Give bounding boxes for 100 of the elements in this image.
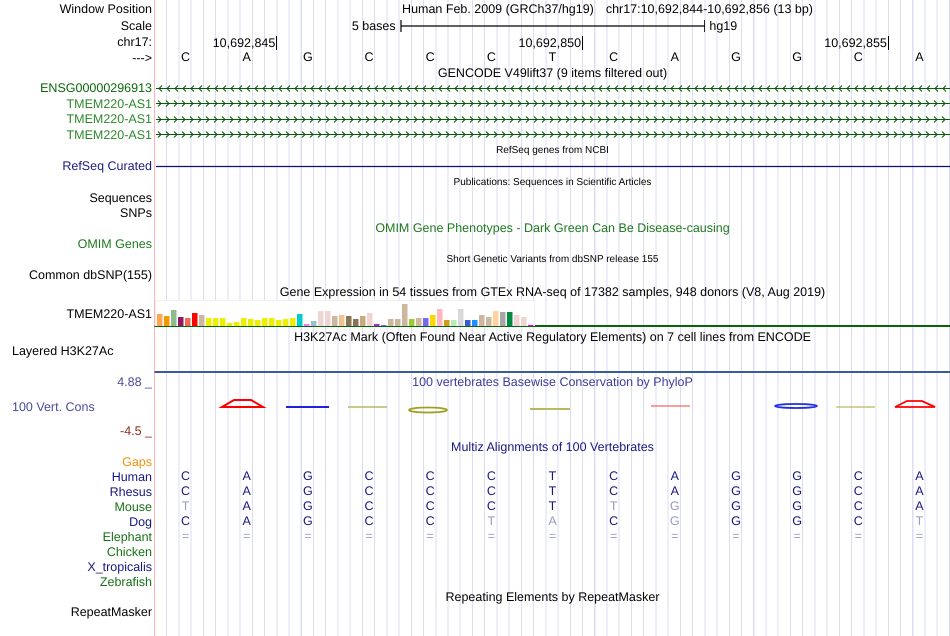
gene-label: ENSG00000296913	[40, 81, 152, 95]
reference-base: A	[670, 51, 679, 64]
alignment-base: A	[242, 485, 251, 498]
gene-strand-line[interactable]	[155, 130, 950, 139]
alignment-base: G	[303, 470, 313, 483]
track-label: 100 Vert. Cons	[12, 400, 95, 414]
reference-base: C	[426, 51, 435, 64]
track-label: RepeatMasker	[70, 605, 152, 619]
species-label: Elephant	[102, 530, 152, 544]
alignment-base: C	[426, 500, 435, 513]
alignment-base: =	[304, 530, 312, 543]
alignment-base: G	[731, 500, 741, 513]
alignment-base: =	[854, 530, 862, 543]
track-title: Publications: Sequences in Scientific Articles	[454, 177, 652, 188]
alignment-base: G	[731, 470, 741, 483]
alignment-base: A	[548, 515, 557, 528]
track-label: Layered H3K27Ac	[12, 344, 114, 358]
assembly-text: hg19	[709, 18, 738, 32]
alignment-base: A	[242, 500, 251, 513]
alignment-base: T	[488, 515, 496, 528]
alignment-base: C	[854, 515, 863, 528]
alignment-base: =	[182, 530, 190, 543]
reference-base: T	[548, 51, 556, 64]
track-title: Multiz Alignments of 100 Vertebrates	[451, 440, 654, 454]
reference-base: C	[854, 51, 863, 64]
alignment-base: T	[916, 515, 924, 528]
alignment-base: G	[303, 485, 313, 498]
gene-strand-line[interactable]	[155, 114, 950, 124]
gene-label: TMEM220-AS1	[66, 112, 152, 126]
track-title: 100 vertebrates Basewise Conservation by PhyloP	[412, 375, 693, 389]
species-label: Human	[112, 470, 152, 484]
track-label: Sequences	[89, 191, 152, 205]
alignment-base: A	[242, 515, 251, 528]
ruler-tick: 10,692,850	[518, 36, 584, 50]
alignment-base: G	[303, 515, 313, 528]
reference-base: C	[181, 51, 190, 64]
ruler-tick: 10,692,855	[824, 36, 889, 50]
species-label: Dog	[129, 514, 152, 528]
alignment-base: G	[792, 515, 802, 528]
alignment-base: =	[916, 530, 924, 543]
scale-text: 5 bases	[352, 18, 396, 32]
alignment-base: G	[731, 485, 741, 498]
assembly-title: Human Feb. 2009 (GRCh37/hg19)	[402, 2, 594, 16]
track-title: OMIM Gene Phenotypes - Dark Green Can Be Disease-causing	[375, 221, 730, 235]
gene-strand-line[interactable]	[155, 84, 950, 92]
alignment-base: =	[488, 530, 495, 543]
alignment-base: C	[181, 515, 190, 528]
alignment-base: =	[610, 530, 618, 543]
track-title: Short Genetic Variants from dbSNP release 155	[446, 254, 658, 265]
alignment-base: =	[793, 530, 801, 543]
alignment-base: T	[610, 500, 618, 513]
alignment-base: =	[365, 530, 373, 543]
gene-strand-line[interactable]	[155, 99, 950, 108]
alignment-base: C	[486, 500, 496, 513]
alignment-base: C	[364, 515, 374, 528]
alignment-base: A	[242, 470, 251, 483]
alignment-base: G	[731, 515, 741, 528]
alignment-base: C	[486, 485, 496, 498]
gene-label: TMEM220-AS1	[66, 128, 152, 142]
alignment-base: C	[609, 470, 618, 483]
alignment-base: C	[426, 515, 435, 528]
alignment-base: A	[915, 485, 924, 498]
alignment-base: G	[303, 500, 313, 513]
alignment-base: C	[609, 515, 618, 528]
chromosome-label: chr17:	[117, 35, 152, 49]
alignment-base: G	[670, 515, 680, 528]
track-title: RefSeq genes from NCBI	[496, 144, 609, 156]
alignment-base: C	[364, 470, 374, 483]
alignment-base: G	[792, 500, 802, 513]
track-title: Repeating Elements by RepeatMasker	[445, 590, 660, 604]
species-label: X_tropicalis	[87, 560, 152, 574]
alignment-base: T	[548, 470, 556, 483]
alignment-base: C	[426, 485, 435, 498]
reference-base: A	[915, 51, 924, 64]
track-label: Window Position	[60, 2, 152, 16]
position-text: chr17:10,692,844-10,692,856 (13 bp)	[606, 2, 813, 16]
alignment-base: G	[670, 500, 680, 513]
axis-min-label: -4.5 _	[120, 424, 152, 438]
alignment-base: C	[364, 500, 374, 513]
alignment-base: C	[181, 470, 190, 483]
track-label: Scale	[120, 18, 152, 32]
track-title: H3K27Ac Mark (Often Found Near Active Regulatory Elements) on 7 cell lines from ENCODE	[294, 330, 811, 344]
alignment-base: =	[548, 530, 556, 543]
reference-base: C	[609, 51, 618, 64]
alignment-base: =	[732, 530, 740, 543]
alignment-base: C	[854, 500, 863, 513]
species-label: Rhesus	[110, 484, 152, 498]
species-label: Mouse	[114, 500, 152, 514]
axis-max-label: 4.88 _	[117, 375, 152, 389]
alignment-base: A	[915, 500, 924, 513]
alignment-base: A	[670, 470, 679, 483]
species-label: Chicken	[106, 544, 152, 558]
track-title: GENCODE V49lift37 (9 items filtered out)	[438, 66, 668, 80]
gene-line[interactable]	[155, 164, 950, 168]
alignment-base: C	[609, 485, 618, 498]
track-label: SNPs	[120, 206, 152, 220]
species-label: Zebrafish	[100, 574, 152, 588]
alignment-base: C	[854, 485, 863, 498]
alignment-base: T	[548, 485, 556, 498]
reference-base: G	[731, 51, 741, 64]
